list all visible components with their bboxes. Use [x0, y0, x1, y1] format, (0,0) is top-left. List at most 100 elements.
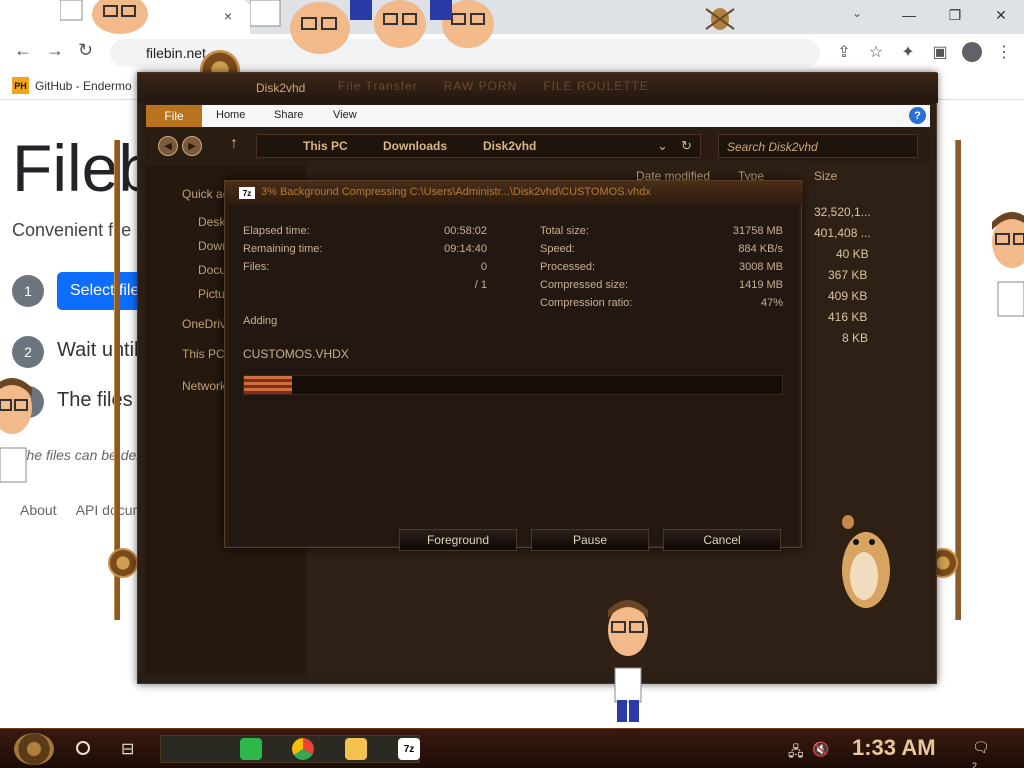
- cartoon-character: [250, 0, 494, 54]
- profile-icon[interactable]: [962, 42, 982, 67]
- ribbon-tab-file[interactable]: File: [146, 105, 202, 127]
- start-button[interactable]: [14, 733, 54, 765]
- ribbon-tab-share[interactable]: Share: [274, 109, 303, 121]
- pause-button[interactable]: Pause: [531, 529, 649, 551]
- dialog-body: Elapsed time: 00:58:02 Remaining time: 0…: [229, 205, 799, 551]
- speed-label: Speed:: [540, 243, 575, 255]
- notification-icon[interactable]: 🗨2: [972, 739, 994, 768]
- task-view-icon[interactable]: ⊟: [121, 739, 134, 759]
- compress-progress-dialog[interactable]: 7z 3% Background Compressing C:\Users\Ad…: [224, 180, 803, 551]
- remaining-label: Remaining time:: [243, 243, 323, 255]
- file-size: 401,408 ...: [814, 226, 871, 240]
- refresh-icon[interactable]: ↻: [681, 138, 692, 154]
- cartoon-character: [608, 600, 648, 722]
- compressed-size-value: 1419 MB: [738, 279, 783, 291]
- foreground-button[interactable]: Foreground: [399, 529, 517, 551]
- cartoon-character: [60, 0, 148, 34]
- bookmark-label: GitHub - Endermo: [35, 78, 132, 93]
- taskbar-apps: [160, 735, 420, 763]
- nav-item-network[interactable]: Network: [182, 379, 226, 393]
- toolbar-icons: ⇪ ☆ ✦ ▣ ⋮: [834, 42, 1014, 67]
- ribbon-tab-view[interactable]: View: [333, 109, 357, 121]
- hamster-mascot: [842, 515, 890, 608]
- file-size: 416 KB: [828, 310, 868, 324]
- chevron-down-icon[interactable]: ⌄: [657, 138, 668, 154]
- explorer-titlebar[interactable]: Disk2vhd File Transfer RAW PORN FILE ROU…: [138, 73, 938, 103]
- cancel-button[interactable]: Cancel: [663, 529, 781, 551]
- processed-value: 3008 MB: [738, 261, 783, 273]
- back-arrow-icon[interactable]: ◀: [158, 136, 178, 156]
- ribbon-tab-home[interactable]: Home: [216, 109, 245, 121]
- pipe-decoration-right: [955, 140, 961, 620]
- file-size: 409 KB: [828, 289, 868, 303]
- file-explorer-icon[interactable]: [345, 738, 367, 760]
- dialog-titlebar[interactable]: 7z 3% Background Compressing C:\Users\Ad…: [225, 181, 803, 205]
- help-icon[interactable]: ?: [909, 107, 926, 124]
- star-icon[interactable]: ☆: [866, 42, 886, 67]
- address-row: ◀ ▶ ↑ This PC Downloads Disk2vhd ⌄ ↻ Sea…: [146, 131, 930, 161]
- clock[interactable]: 1:33 AM: [852, 735, 936, 761]
- back-arrow-icon[interactable]: ←: [14, 40, 32, 61]
- ph-logo-icon: PH: [12, 77, 29, 94]
- file-size: 40 KB: [836, 247, 869, 261]
- elapsed-value: 00:58:02: [444, 225, 487, 237]
- explorer-title: Disk2vhd: [256, 81, 306, 95]
- breadcrumb-downloads[interactable]: Downloads: [383, 139, 447, 153]
- dialog-title: 3% Background Compressing C:\Users\Admin…: [261, 186, 651, 198]
- column-header-size[interactable]: Size: [814, 169, 837, 183]
- tab-search-icon[interactable]: ⌄: [852, 6, 862, 20]
- forward-arrow-icon[interactable]: ▶: [182, 136, 202, 156]
- taskbar: ⊟ 7z 🖧 🔇 1:33 AM 🗨2: [0, 728, 1024, 768]
- notes-app-icon[interactable]: [240, 738, 262, 760]
- remaining-value: 09:14:40: [444, 243, 487, 255]
- speed-value: 884 KB/s: [738, 243, 783, 255]
- maximize-button[interactable]: ❐: [932, 0, 978, 30]
- gear-icon: [108, 548, 138, 578]
- about-link[interactable]: About: [20, 502, 57, 518]
- compressed-size-label: Compressed size:: [540, 279, 629, 291]
- bookmark-github[interactable]: PH GitHub - Endermo: [12, 77, 132, 94]
- status-text: Adding: [243, 315, 278, 327]
- chrome-icon[interactable]: [292, 738, 314, 760]
- tab-close-icon[interactable]: ×: [224, 8, 232, 24]
- window-controls: — ❐ ✕: [886, 0, 1024, 30]
- breadcrumb-disk2vhd[interactable]: Disk2vhd: [483, 139, 536, 153]
- url-text: filebin.net: [146, 45, 206, 61]
- side-panel-icon[interactable]: ▣: [930, 42, 950, 67]
- current-filename: CUSTOMOS.VHDX: [243, 347, 349, 361]
- extensions-icon[interactable]: ✦: [898, 42, 918, 67]
- ghost-tabs: File Transfer RAW PORN FILE ROULETTE: [338, 79, 649, 93]
- cartoon-character: [992, 212, 1024, 317]
- explorer-address-bar[interactable]: This PC Downloads Disk2vhd ⌄ ↻: [256, 134, 701, 158]
- elapsed-label: Elapsed time:: [243, 225, 310, 237]
- processed-label: Processed:: [540, 261, 596, 273]
- share-icon[interactable]: ⇪: [834, 42, 854, 67]
- step-2-badge: 2: [12, 336, 44, 368]
- nav-item-this-pc[interactable]: This PC: [182, 347, 225, 361]
- ghost-tab: File Transfer: [338, 79, 418, 93]
- network-icon[interactable]: 🖧: [788, 741, 804, 765]
- search-placeholder: Search Disk2vhd: [727, 140, 818, 154]
- notification-count: 2: [972, 761, 978, 768]
- reload-icon[interactable]: ↻: [78, 40, 93, 61]
- explorer-search-input[interactable]: Search Disk2vhd: [718, 134, 918, 158]
- files-label: Files:: [243, 261, 270, 273]
- ghost-tab: RAW PORN: [443, 79, 518, 93]
- compression-ratio-value: 47%: [760, 297, 783, 309]
- file-size: 32,520,1...: [814, 205, 871, 219]
- minimize-button[interactable]: —: [886, 0, 932, 30]
- menu-kebab-icon[interactable]: ⋮: [994, 42, 1014, 67]
- forward-arrow-icon[interactable]: →: [46, 40, 64, 61]
- breadcrumb-this-pc[interactable]: This PC: [303, 139, 348, 153]
- up-arrow-icon[interactable]: ↑: [230, 135, 238, 153]
- file-size: 367 KB: [828, 268, 868, 282]
- volume-muted-icon[interactable]: 🔇: [812, 741, 829, 758]
- ghost-tab: FILE ROULETTE: [543, 79, 649, 93]
- sevenzip-taskbar-icon[interactable]: 7z: [398, 738, 420, 760]
- sevenzip-icon: 7z: [239, 187, 255, 199]
- files-total: / 1: [474, 279, 487, 291]
- search-circle-icon[interactable]: [76, 741, 90, 755]
- compression-ratio-label: Compression ratio:: [540, 297, 633, 309]
- close-button[interactable]: ✕: [978, 0, 1024, 30]
- files-value: 0: [480, 261, 487, 273]
